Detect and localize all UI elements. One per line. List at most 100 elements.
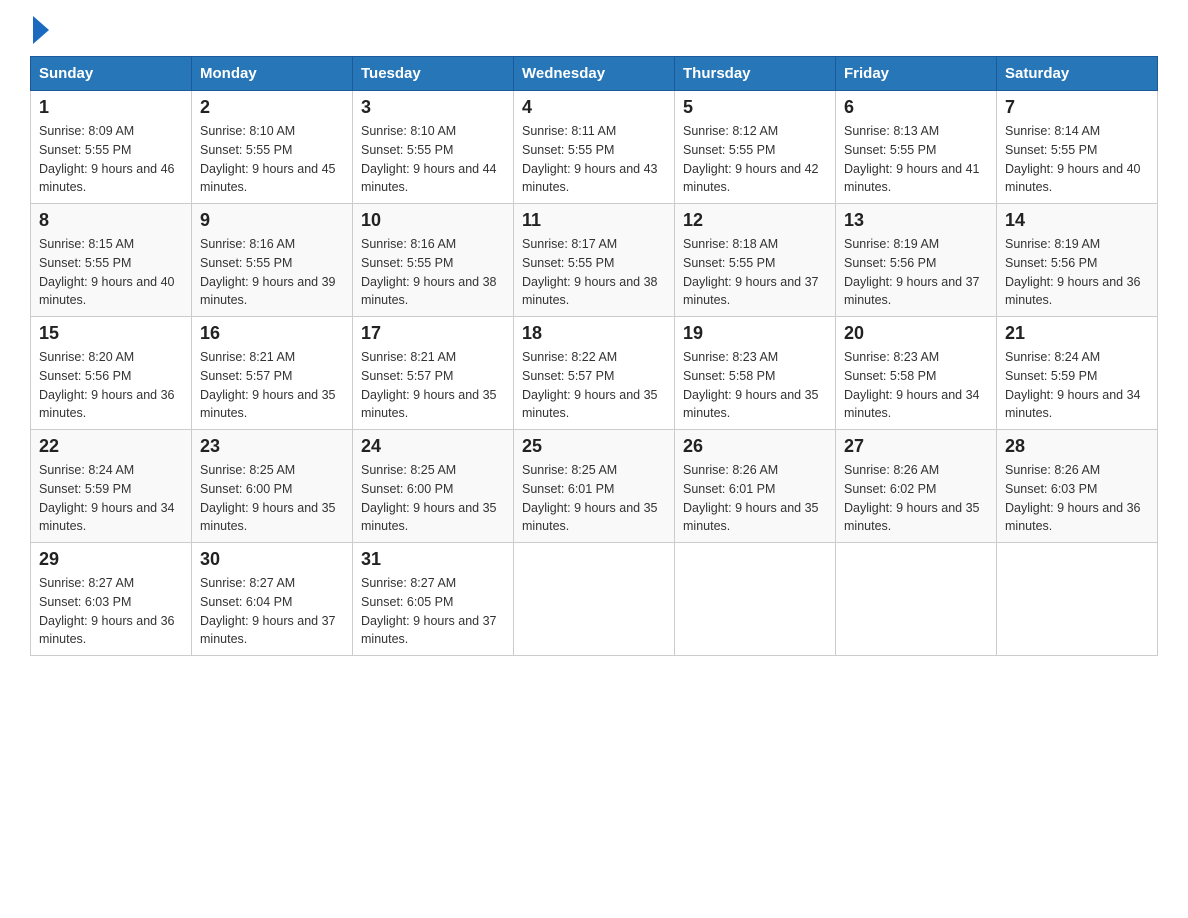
- calendar-cell: 13 Sunrise: 8:19 AMSunset: 5:56 PMDayligh…: [836, 204, 997, 317]
- calendar-week-row: 29 Sunrise: 8:27 AMSunset: 6:03 PMDayligh…: [31, 543, 1158, 656]
- day-info: Sunrise: 8:27 AMSunset: 6:05 PMDaylight:…: [361, 574, 505, 649]
- day-info: Sunrise: 8:11 AMSunset: 5:55 PMDaylight:…: [522, 122, 666, 197]
- calendar-cell: 31Sunrise: 8:27 AMSunset: 6:05 PMDayligh…: [353, 543, 514, 656]
- calendar-cell: 23 Sunrise: 8:25 AMSunset: 6:00 PMDayligh…: [192, 430, 353, 543]
- calendar-cell: [514, 543, 675, 656]
- col-header-sunday: Sunday: [31, 57, 192, 91]
- day-number: 18: [522, 323, 666, 344]
- day-info: Sunrise: 8:17 AMSunset: 5:55 PMDaylight:…: [522, 235, 666, 310]
- col-header-tuesday: Tuesday: [353, 57, 514, 91]
- day-info: Sunrise: 8:15 AMSunset: 5:55 PMDaylight:…: [39, 235, 183, 310]
- calendar-cell: 20 Sunrise: 8:23 AMSunset: 5:58 PMDayligh…: [836, 317, 997, 430]
- calendar-cell: 21Sunrise: 8:24 AMSunset: 5:59 PMDayligh…: [997, 317, 1158, 430]
- day-info: Sunrise: 8:21 AMSunset: 5:57 PMDaylight:…: [200, 348, 344, 423]
- day-info: Sunrise: 8:23 AMSunset: 5:58 PMDaylight:…: [844, 348, 988, 423]
- logo-triangle-icon: [33, 16, 49, 44]
- calendar-week-row: 8 Sunrise: 8:15 AMSunset: 5:55 PMDaylight…: [31, 204, 1158, 317]
- day-number: 26: [683, 436, 827, 457]
- day-info: Sunrise: 8:23 AMSunset: 5:58 PMDaylight:…: [683, 348, 827, 423]
- calendar-cell: 26 Sunrise: 8:26 AMSunset: 6:01 PMDayligh…: [675, 430, 836, 543]
- day-info: Sunrise: 8:19 AMSunset: 5:56 PMDaylight:…: [844, 235, 988, 310]
- calendar-cell: 5 Sunrise: 8:12 AMSunset: 5:55 PMDaylight…: [675, 91, 836, 204]
- day-info: Sunrise: 8:13 AMSunset: 5:55 PMDaylight:…: [844, 122, 988, 197]
- calendar-cell: 25 Sunrise: 8:25 AMSunset: 6:01 PMDayligh…: [514, 430, 675, 543]
- day-number: 7: [1005, 97, 1149, 118]
- day-info: Sunrise: 8:27 AMSunset: 6:03 PMDaylight:…: [39, 574, 183, 649]
- day-number: 25: [522, 436, 666, 457]
- calendar-cell: 24 Sunrise: 8:25 AMSunset: 6:00 PMDayligh…: [353, 430, 514, 543]
- day-number: 19: [683, 323, 827, 344]
- calendar-cell: 18 Sunrise: 8:22 AMSunset: 5:57 PMDayligh…: [514, 317, 675, 430]
- calendar-cell: 3Sunrise: 8:10 AMSunset: 5:55 PMDaylight…: [353, 91, 514, 204]
- calendar-cell: 2Sunrise: 8:10 AMSunset: 5:55 PMDaylight…: [192, 91, 353, 204]
- col-header-thursday: Thursday: [675, 57, 836, 91]
- calendar-table: SundayMondayTuesdayWednesdayThursdayFrid…: [30, 56, 1158, 656]
- logo: [30, 20, 49, 38]
- day-info: Sunrise: 8:16 AMSunset: 5:55 PMDaylight:…: [361, 235, 505, 310]
- calendar-cell: 12 Sunrise: 8:18 AMSunset: 5:55 PMDayligh…: [675, 204, 836, 317]
- calendar-cell: [836, 543, 997, 656]
- day-number: 29: [39, 549, 183, 570]
- day-number: 14: [1005, 210, 1149, 231]
- day-info: Sunrise: 8:09 AMSunset: 5:55 PMDaylight:…: [39, 122, 183, 197]
- calendar-header-row: SundayMondayTuesdayWednesdayThursdayFrid…: [31, 57, 1158, 91]
- calendar-cell: 14 Sunrise: 8:19 AMSunset: 5:56 PMDayligh…: [997, 204, 1158, 317]
- day-number: 12: [683, 210, 827, 231]
- calendar-cell: 10 Sunrise: 8:16 AMSunset: 5:55 PMDayligh…: [353, 204, 514, 317]
- header: [30, 20, 1158, 38]
- day-number: 1: [39, 97, 183, 118]
- day-number: 15: [39, 323, 183, 344]
- day-number: 5: [683, 97, 827, 118]
- day-number: 16: [200, 323, 344, 344]
- calendar-cell: [997, 543, 1158, 656]
- day-info: Sunrise: 8:25 AMSunset: 6:01 PMDaylight:…: [522, 461, 666, 536]
- day-number: 17: [361, 323, 505, 344]
- calendar-week-row: 22Sunrise: 8:24 AMSunset: 5:59 PMDayligh…: [31, 430, 1158, 543]
- calendar-cell: 11 Sunrise: 8:17 AMSunset: 5:55 PMDayligh…: [514, 204, 675, 317]
- col-header-friday: Friday: [836, 57, 997, 91]
- calendar-cell: 17 Sunrise: 8:21 AMSunset: 5:57 PMDayligh…: [353, 317, 514, 430]
- day-info: Sunrise: 8:19 AMSunset: 5:56 PMDaylight:…: [1005, 235, 1149, 310]
- day-number: 27: [844, 436, 988, 457]
- calendar-week-row: 1 Sunrise: 8:09 AMSunset: 5:55 PMDaylight…: [31, 91, 1158, 204]
- day-number: 13: [844, 210, 988, 231]
- day-number: 2: [200, 97, 344, 118]
- calendar-week-row: 15 Sunrise: 8:20 AMSunset: 5:56 PMDayligh…: [31, 317, 1158, 430]
- col-header-saturday: Saturday: [997, 57, 1158, 91]
- calendar-cell: 22Sunrise: 8:24 AMSunset: 5:59 PMDayligh…: [31, 430, 192, 543]
- calendar-cell: 8 Sunrise: 8:15 AMSunset: 5:55 PMDaylight…: [31, 204, 192, 317]
- day-info: Sunrise: 8:25 AMSunset: 6:00 PMDaylight:…: [361, 461, 505, 536]
- day-info: Sunrise: 8:26 AMSunset: 6:01 PMDaylight:…: [683, 461, 827, 536]
- day-number: 9: [200, 210, 344, 231]
- day-number: 24: [361, 436, 505, 457]
- calendar-cell: 7 Sunrise: 8:14 AMSunset: 5:55 PMDaylight…: [997, 91, 1158, 204]
- day-info: Sunrise: 8:20 AMSunset: 5:56 PMDaylight:…: [39, 348, 183, 423]
- day-info: Sunrise: 8:14 AMSunset: 5:55 PMDaylight:…: [1005, 122, 1149, 197]
- calendar-cell: 1 Sunrise: 8:09 AMSunset: 5:55 PMDaylight…: [31, 91, 192, 204]
- calendar-cell: [675, 543, 836, 656]
- calendar-cell: 19 Sunrise: 8:23 AMSunset: 5:58 PMDayligh…: [675, 317, 836, 430]
- calendar-cell: 29 Sunrise: 8:27 AMSunset: 6:03 PMDayligh…: [31, 543, 192, 656]
- day-info: Sunrise: 8:21 AMSunset: 5:57 PMDaylight:…: [361, 348, 505, 423]
- day-number: 11: [522, 210, 666, 231]
- day-number: 8: [39, 210, 183, 231]
- day-number: 6: [844, 97, 988, 118]
- col-header-wednesday: Wednesday: [514, 57, 675, 91]
- day-number: 30: [200, 549, 344, 570]
- calendar-cell: 30Sunrise: 8:27 AMSunset: 6:04 PMDayligh…: [192, 543, 353, 656]
- day-info: Sunrise: 8:26 AMSunset: 6:02 PMDaylight:…: [844, 461, 988, 536]
- day-info: Sunrise: 8:18 AMSunset: 5:55 PMDaylight:…: [683, 235, 827, 310]
- calendar-cell: 9 Sunrise: 8:16 AMSunset: 5:55 PMDaylight…: [192, 204, 353, 317]
- day-number: 4: [522, 97, 666, 118]
- day-number: 20: [844, 323, 988, 344]
- calendar-cell: 27 Sunrise: 8:26 AMSunset: 6:02 PMDayligh…: [836, 430, 997, 543]
- day-number: 23: [200, 436, 344, 457]
- day-info: Sunrise: 8:12 AMSunset: 5:55 PMDaylight:…: [683, 122, 827, 197]
- calendar-cell: 6 Sunrise: 8:13 AMSunset: 5:55 PMDaylight…: [836, 91, 997, 204]
- day-number: 28: [1005, 436, 1149, 457]
- day-info: Sunrise: 8:22 AMSunset: 5:57 PMDaylight:…: [522, 348, 666, 423]
- day-info: Sunrise: 8:25 AMSunset: 6:00 PMDaylight:…: [200, 461, 344, 536]
- day-info: Sunrise: 8:16 AMSunset: 5:55 PMDaylight:…: [200, 235, 344, 310]
- day-info: Sunrise: 8:26 AMSunset: 6:03 PMDaylight:…: [1005, 461, 1149, 536]
- day-number: 10: [361, 210, 505, 231]
